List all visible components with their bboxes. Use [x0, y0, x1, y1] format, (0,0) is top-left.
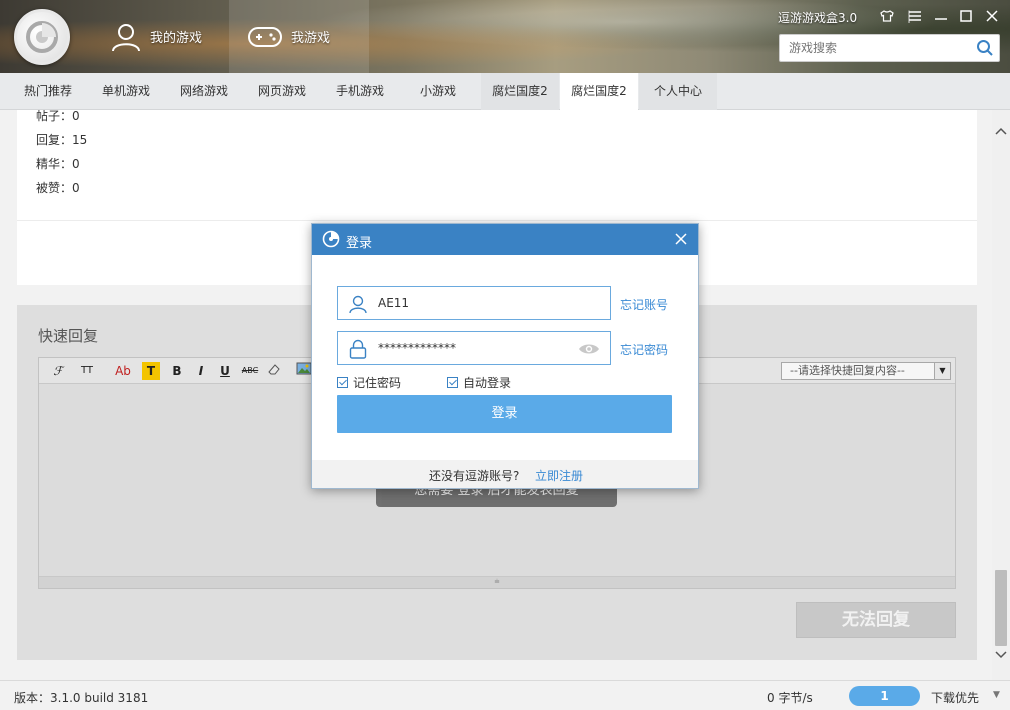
stat-likes: 被赞：0 [36, 181, 80, 195]
status-bar: 版本：3.1.0 build 3181 0 字节/s 1 下载优先 ▼ [0, 680, 1010, 710]
tab-state-of-decay-2[interactable]: 腐烂国度2 [560, 73, 638, 110]
login-dialog-title: 登录 [346, 236, 373, 251]
remember-password-checkbox[interactable]: 记住密码 [337, 374, 401, 391]
app-header: 我的游戏 我游戏 逗游游戏盒3.0 | [0, 0, 1010, 73]
auto-login-checkbox[interactable]: 自动登录 [447, 374, 511, 391]
username-input[interactable] [378, 287, 573, 319]
login-dialog-header: 登录 [312, 224, 698, 255]
login-dialog-footer: 还没有逗游账号? 立即注册 [312, 460, 698, 488]
register-link[interactable]: 立即注册 [535, 467, 583, 484]
forgot-account-link[interactable]: 忘记账号 [620, 296, 668, 313]
divider [17, 220, 977, 221]
search-box [779, 34, 1000, 62]
login-button[interactable]: 登录 [337, 395, 672, 433]
download-speed: 0 字节/s [767, 691, 813, 705]
app-logo-icon[interactable] [14, 9, 70, 65]
download-count-badge[interactable]: 1 [849, 686, 920, 706]
nav-find-games[interactable]: 我游戏 [229, 0, 369, 73]
maximize-icon[interactable] [957, 8, 975, 24]
version-label: 版本：3.1.0 build 3181 [14, 691, 149, 705]
font-family-button[interactable]: ℱ [47, 362, 69, 380]
forgot-password-link[interactable]: 忘记密码 [620, 341, 668, 358]
user-icon [349, 295, 367, 314]
checkbox-checked-icon [447, 377, 458, 388]
scroll-up-icon[interactable] [992, 124, 1010, 142]
text-color-button[interactable]: Ab [113, 362, 133, 380]
strikethrough-button[interactable]: ABC [239, 362, 261, 380]
tab-online[interactable]: 网络游戏 [165, 73, 243, 110]
stat-essence: 精华：0 [36, 157, 80, 171]
username-field [337, 286, 611, 320]
italic-button[interactable]: I [193, 362, 209, 380]
tab-mini[interactable]: 小游戏 [399, 73, 477, 110]
page-scrollbar[interactable] [992, 110, 1010, 680]
eye-icon[interactable] [578, 342, 600, 356]
reply-submit-button[interactable]: 无法回复 [796, 602, 956, 638]
underline-button[interactable]: U [217, 362, 233, 380]
chevron-down-icon[interactable]: ▼ [993, 690, 1000, 700]
quick-reply-select[interactable]: --请选择快捷回复内容-- ▼ [781, 362, 951, 380]
stat-posts: 帖子：0 [36, 110, 80, 123]
highlight-button[interactable]: T [142, 362, 160, 380]
login-dialog: 登录 忘记账号 忘记密码 记住密码 自动登录 登录 [311, 223, 699, 489]
minimize-icon[interactable] [932, 8, 950, 24]
nav-my-games[interactable]: 我的游戏 [96, 0, 228, 73]
quick-reply-title: 快速回复 [38, 327, 99, 345]
app-title: 逗游游戏盒3.0 [778, 11, 858, 25]
tab-state-of-decay-1[interactable]: 腐烂国度2 [481, 73, 559, 110]
search-input[interactable] [780, 35, 970, 61]
stat-replies: 回复：15 [36, 133, 88, 147]
editor-resize-handle[interactable]: ⩧ [39, 576, 955, 588]
close-icon[interactable] [672, 230, 690, 248]
tab-personal-center[interactable]: 个人中心 [639, 73, 717, 110]
tab-web[interactable]: 网页游戏 [243, 73, 321, 110]
tab-hot[interactable]: 热门推荐 [9, 73, 87, 110]
eraser-icon[interactable] [265, 362, 283, 380]
password-field [337, 331, 611, 365]
menu-icon[interactable] [906, 8, 924, 24]
nav-find-games-label: 我游戏 [291, 31, 331, 46]
font-size-button[interactable]: TT [75, 362, 99, 380]
chevron-down-icon: ▼ [934, 363, 950, 379]
bold-button[interactable]: B [169, 362, 185, 380]
scroll-down-icon[interactable] [992, 648, 1010, 666]
app-logo-icon [322, 230, 340, 248]
auto-login-label: 自动登录 [463, 376, 512, 390]
scroll-thumb[interactable] [995, 570, 1007, 646]
close-window-icon[interactable] [983, 8, 1001, 24]
tab-single-player[interactable]: 单机游戏 [87, 73, 165, 110]
search-icon[interactable] [976, 39, 994, 57]
gamepad-icon [248, 26, 282, 47]
checkbox-checked-icon [337, 377, 348, 388]
category-tab-bar: 热门推荐 单机游戏 网络游戏 网页游戏 手机游戏 小游戏 腐烂国度2 腐烂国度2… [0, 73, 1010, 110]
password-input[interactable] [378, 332, 573, 364]
lock-icon [349, 339, 367, 359]
download-priority[interactable]: 下载优先 [931, 689, 979, 706]
skin-icon[interactable] [878, 8, 896, 24]
remember-password-label: 记住密码 [353, 376, 402, 390]
user-icon [112, 23, 140, 51]
nav-my-games-label: 我的游戏 [150, 31, 203, 46]
tab-mobile[interactable]: 手机游戏 [321, 73, 399, 110]
quick-reply-select-value: --请选择快捷回复内容-- [790, 364, 905, 377]
no-account-text: 还没有逗游账号? [429, 469, 520, 483]
